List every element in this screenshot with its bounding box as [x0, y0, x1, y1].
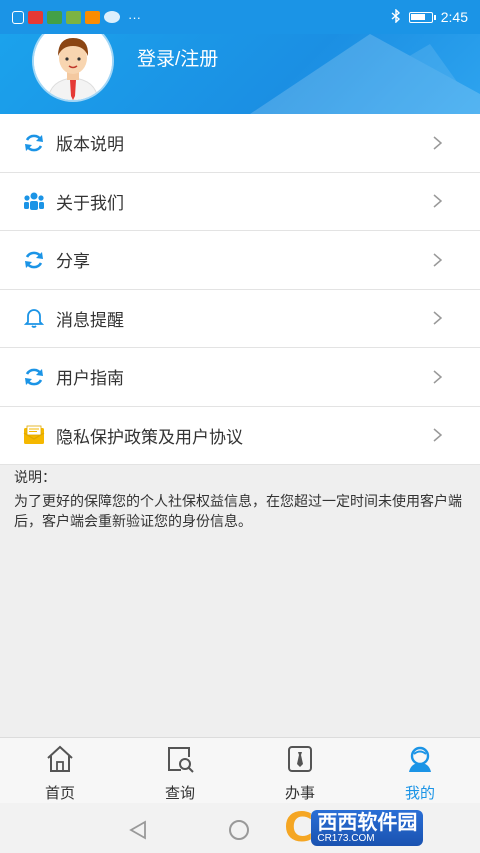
explanation-note: 说明： 为了更好的保障您的个人社保权益信息，在您超过一定时间未使用客户端后，客户…	[14, 467, 469, 531]
wechat-icon	[104, 11, 120, 23]
group-icon	[22, 189, 46, 213]
tab-query[interactable]: 查询	[120, 738, 240, 803]
avatar[interactable]	[34, 34, 112, 100]
watermark-brand: 西西	[317, 812, 358, 834]
tab-label: 办事	[284, 785, 315, 802]
home-nav-icon[interactable]	[229, 820, 249, 840]
watermark-brand-box: 西西软件园 CR173.COM	[311, 810, 424, 846]
menu-item-notifications[interactable]: 消息提醒	[0, 290, 480, 348]
app-icon-red	[28, 10, 43, 24]
bluetooth-icon	[391, 7, 401, 26]
settings-menu: 版本说明 关于我们 分享 消息提醒 用户指南 隐私保护政策及用户协议	[0, 114, 480, 465]
tab-label: 首页	[44, 785, 75, 802]
user-icon	[405, 745, 435, 778]
status-bar: ··· 2:45	[0, 0, 480, 34]
watermark-brand2: 软件园	[357, 812, 418, 834]
home-icon	[45, 745, 75, 778]
chevron-right-icon	[433, 370, 443, 389]
chevron-right-icon	[433, 311, 443, 330]
app-icon-orange	[85, 10, 100, 24]
app-icon-green	[47, 10, 62, 24]
tab-home[interactable]: 首页	[0, 738, 120, 803]
watermark-c-icon: C	[284, 805, 314, 851]
bottom-tab-bar: 首页 查询 办事 我的	[0, 737, 480, 803]
status-time: 2:45	[440, 9, 468, 25]
app-icon-green-2	[66, 10, 81, 24]
envelope-icon	[22, 423, 46, 447]
menu-item-label: 消息提醒	[56, 310, 124, 330]
menu-item-about[interactable]: 关于我们	[0, 173, 480, 231]
profile-header: 登录/注册	[0, 34, 480, 114]
battery-icon	[408, 11, 436, 23]
more-notifications: ···	[128, 9, 141, 25]
menu-item-privacy-policy[interactable]: 隐私保护政策及用户协议	[0, 407, 480, 465]
chevron-right-icon	[433, 136, 443, 155]
alert-icon	[12, 10, 24, 24]
search-icon	[165, 745, 195, 778]
watermark-logo: C 西西软件园 CR173.COM	[284, 806, 464, 850]
menu-item-label: 版本说明	[56, 135, 124, 155]
bell-icon	[22, 306, 46, 330]
note-body: 为了更好的保障您的个人社保权益信息，在您超过一定时间未使用客户端后，客户端会重新…	[14, 493, 462, 529]
chevron-right-icon	[433, 194, 443, 213]
header-decoration	[250, 34, 480, 114]
tab-services[interactable]: 办事	[240, 738, 360, 803]
login-register-link[interactable]: 登录/注册	[137, 44, 218, 71]
notification-icons: ···	[12, 10, 141, 25]
menu-item-share[interactable]: 分享	[0, 231, 480, 290]
refresh-icon	[22, 248, 46, 272]
back-icon[interactable]	[128, 820, 148, 845]
watermark-site: CR173.COM	[317, 833, 375, 844]
tab-mine[interactable]: 我的	[360, 738, 480, 803]
menu-item-label: 关于我们	[56, 193, 124, 213]
note-title: 说明：	[14, 469, 56, 485]
chevron-right-icon	[433, 428, 443, 447]
tab-label: 查询	[164, 785, 195, 802]
tie-icon	[285, 745, 315, 778]
menu-item-label: 用户指南	[56, 369, 124, 389]
refresh-icon	[22, 131, 46, 155]
tab-label: 我的	[404, 785, 435, 802]
menu-item-user-guide[interactable]: 用户指南	[0, 348, 480, 407]
chevron-right-icon	[433, 253, 443, 272]
menu-item-version[interactable]: 版本说明	[0, 114, 480, 173]
menu-item-label: 分享	[56, 252, 90, 272]
menu-item-label: 隐私保护政策及用户协议	[56, 427, 243, 447]
refresh-icon	[22, 365, 46, 389]
